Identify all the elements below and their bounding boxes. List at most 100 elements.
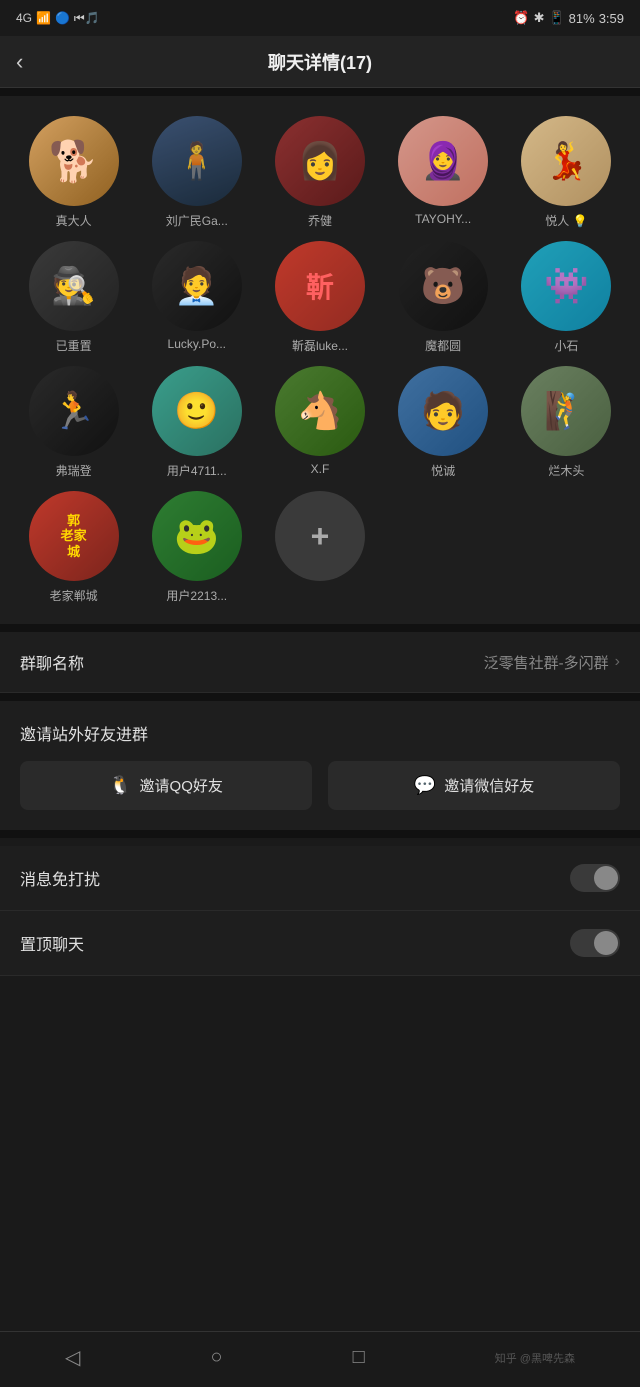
member-item[interactable]: 🐕 真大人 — [16, 116, 131, 229]
nav-recents[interactable]: □ — [353, 1346, 365, 1369]
group-name-label: 群聊名称 — [20, 650, 84, 674]
alarm-icon: ⏰ — [513, 10, 529, 26]
watermark: 知乎 @黑啤先森 — [495, 1350, 575, 1366]
back-nav-icon: ◁ — [65, 1345, 80, 1370]
member-name: Lucky.Po... — [152, 337, 242, 351]
back-button[interactable]: ‹ — [16, 49, 23, 75]
member-avatar: 🧍 — [152, 116, 242, 206]
member-item[interactable]: 郭老家城 老家郸城 — [16, 491, 131, 604]
member-item[interactable]: 👾 小石 — [509, 241, 624, 354]
member-name: 真大人 — [29, 212, 119, 229]
pin-toggle[interactable] — [570, 929, 620, 957]
member-item[interactable]: 🧗 烂木头 — [509, 366, 624, 479]
member-item[interactable]: 🙂 用户4711... — [139, 366, 254, 479]
member-item[interactable]: 👩 乔健 — [262, 116, 377, 229]
member-avatar: 🙂 — [152, 366, 242, 456]
bottom-nav: ◁ ○ □ 知乎 @黑啤先森 — [0, 1331, 640, 1387]
member-name: 用户2213... — [152, 587, 242, 604]
member-name: 烂木头 — [521, 462, 611, 479]
member-avatar: 靳 — [275, 241, 365, 331]
section-divider-2 — [0, 693, 640, 701]
member-name: TAYOHY... — [398, 212, 488, 226]
member-item[interactable]: 🧑‍💼 Lucky.Po... — [139, 241, 254, 354]
member-avatar: 👩 — [275, 116, 365, 206]
invite-buttons: 🐧 邀请QQ好友 💬 邀请微信好友 — [20, 761, 620, 810]
member-name: 小石 — [521, 337, 611, 354]
member-item[interactable]: 靳 靳磊luke... — [262, 241, 377, 354]
top-divider — [0, 88, 640, 96]
member-name: 悦诚 — [398, 462, 488, 479]
member-item[interactable]: 🧕 TAYOHY... — [386, 116, 501, 229]
invite-wechat-label: 邀请微信好友 — [444, 775, 534, 796]
chevron-icon: › — [615, 653, 620, 671]
page-title: 聊天详情(17) — [268, 49, 372, 75]
header: ‹ 聊天详情(17) — [0, 36, 640, 88]
add-member-button[interactable]: + — [262, 491, 377, 604]
status-left: 4G 📶 🔵 ⏮🎵 — [16, 11, 100, 26]
member-item[interactable]: 🐸 用户2213... — [139, 491, 254, 604]
toggle-section: 消息免打扰 置顶聊天 — [0, 846, 640, 976]
member-name: 老家郸城 — [29, 587, 119, 604]
group-name-row[interactable]: 群聊名称 泛零售社群-多闪群 › — [0, 632, 640, 693]
bluetooth-status-icon: ✱ — [534, 10, 545, 26]
battery-icon: 📱 — [548, 10, 564, 26]
member-name: X.F — [275, 462, 365, 476]
status-bar: 4G 📶 🔵 ⏮🎵 ⏰ ✱ 📱 81% 3:59 — [0, 0, 640, 36]
watermark-text: 知乎 @黑啤先森 — [495, 1350, 575, 1366]
pin-label: 置顶聊天 — [20, 931, 84, 955]
member-avatar: 🕵️ — [29, 241, 119, 331]
member-item[interactable]: 🧍 刘广民Ga... — [139, 116, 254, 229]
member-avatar: 👾 — [521, 241, 611, 331]
dnd-toggle-row: 消息免打扰 — [0, 846, 640, 911]
members-section: 🐕 真大人 🧍 刘广民Ga... 👩 乔健 🧕 TAYOH — [0, 96, 640, 624]
home-nav-icon: ○ — [210, 1346, 222, 1369]
member-avatar: 郭老家城 — [29, 491, 119, 581]
member-avatar: 🐴 — [275, 366, 365, 456]
extra-icons: ⏮🎵 — [74, 11, 100, 26]
group-name-text: 泛零售社群-多闪群 — [484, 652, 609, 673]
wifi-icon: 📶 — [36, 11, 51, 25]
nav-home[interactable]: ○ — [210, 1346, 222, 1369]
pin-toggle-row: 置顶聊天 — [0, 911, 640, 976]
time-display: 3:59 — [599, 11, 624, 26]
section-divider-3 — [0, 830, 640, 838]
add-avatar: + — [275, 491, 365, 581]
member-item[interactable]: 🏃 弗瑞登 — [16, 366, 131, 479]
member-name: 靳磊luke... — [275, 337, 365, 354]
invite-qq-label: 邀请QQ好友 — [140, 775, 223, 796]
member-avatar: 🏃 — [29, 366, 119, 456]
qq-icon: 🐧 — [109, 775, 131, 796]
wechat-icon: 💬 — [414, 775, 436, 796]
member-item[interactable]: 🐻 魔都圆 — [386, 241, 501, 354]
member-item[interactable]: 🧑 悦诚 — [386, 366, 501, 479]
invite-qq-button[interactable]: 🐧 邀请QQ好友 — [20, 761, 312, 810]
group-name-section: 群聊名称 泛零售社群-多闪群 › — [0, 632, 640, 693]
signal-icon: 4G — [16, 11, 32, 25]
member-avatar: 🧗 — [521, 366, 611, 456]
group-name-value: 泛零售社群-多闪群 › — [484, 652, 620, 673]
member-item[interactable]: 🕵️ 已重置 — [16, 241, 131, 354]
member-name: 用户4711... — [152, 462, 242, 479]
nav-back[interactable]: ◁ — [65, 1345, 80, 1370]
member-item[interactable]: 💃 悦人 💡 — [509, 116, 624, 229]
member-avatar: 🐻 — [398, 241, 488, 331]
member-avatar: 🧕 — [398, 116, 488, 206]
status-right: ⏰ ✱ 📱 81% 3:59 — [513, 10, 624, 26]
member-avatar: 🐕 — [29, 116, 119, 206]
members-grid: 🐕 真大人 🧍 刘广民Ga... 👩 乔健 🧕 TAYOH — [16, 116, 624, 604]
member-name: 乔健 — [275, 212, 365, 229]
battery-level: 81% — [569, 11, 595, 26]
member-name: 悦人 💡 — [521, 212, 611, 229]
recents-nav-icon: □ — [353, 1346, 365, 1369]
member-avatar: 🧑 — [398, 366, 488, 456]
dnd-label: 消息免打扰 — [20, 866, 100, 890]
dnd-toggle[interactable] — [570, 864, 620, 892]
member-name: 弗瑞登 — [29, 462, 119, 479]
member-name: 刘广民Ga... — [152, 212, 242, 229]
invite-section: 邀请站外好友进群 🐧 邀请QQ好友 💬 邀请微信好友 — [0, 701, 640, 830]
plus-icon: + — [311, 518, 330, 555]
member-avatar: 🐸 — [152, 491, 242, 581]
member-avatar: 🧑‍💼 — [152, 241, 242, 331]
member-item[interactable]: 🐴 X.F — [262, 366, 377, 479]
invite-wechat-button[interactable]: 💬 邀请微信好友 — [328, 761, 620, 810]
